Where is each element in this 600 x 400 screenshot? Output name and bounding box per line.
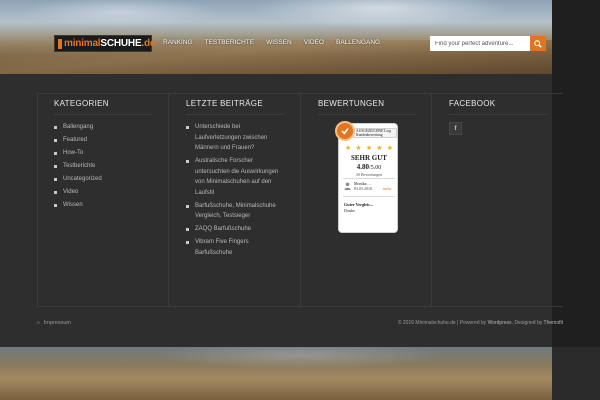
rating-count: 30 Bewertungen	[355, 172, 383, 177]
ratings-widget-column: BEWERTUNGEN	[318, 99, 416, 122]
facebook-button[interactable]: f	[449, 122, 462, 135]
star-icon: ★	[376, 145, 383, 152]
review-more-link[interactable]: mehr	[383, 186, 391, 191]
category-item[interactable]: Ballengang	[54, 122, 152, 133]
bullet-icon	[54, 165, 57, 168]
search-button[interactable]	[530, 36, 546, 51]
divider	[318, 114, 416, 115]
facebook-icon: f	[454, 125, 457, 132]
search-icon	[534, 39, 542, 48]
bullet-icon	[186, 160, 189, 163]
post-link[interactable]: ZAQQ Barfußschuhe	[186, 224, 287, 235]
checkmark-icon	[341, 128, 349, 135]
column-divider	[431, 93, 432, 307]
hero-image-bottom	[0, 347, 552, 400]
rating-verdict: SEHR GUT	[351, 154, 387, 162]
bullet-icon	[54, 178, 57, 181]
bullet-icon	[186, 228, 189, 231]
facebook-title: FACEBOOK	[449, 99, 496, 108]
footer-links: » Impressum	[37, 320, 71, 326]
post-link[interactable]: Vibram Five Fingers Barfußschuhe	[186, 237, 287, 258]
wordpress-link[interactable]: Wordpress	[488, 320, 512, 326]
divider	[449, 114, 547, 115]
nav-item-video[interactable]: VIDEO	[304, 39, 324, 46]
review-text: Danke	[344, 208, 355, 213]
review-date: 03.03.2016	[354, 186, 372, 191]
category-item[interactable]: Video	[54, 187, 152, 198]
seal-header: AUSGEZEICHNET.org Kundenbewertung	[353, 128, 397, 138]
recent-posts-widget: LETZTE BEITRÄGE Unterschiede bei Laufver…	[186, 99, 287, 261]
categories-widget: KATEGORIEN Ballengang Featured How-To Te…	[54, 99, 152, 213]
site-logo[interactable]: minimalSCHUHE.de	[54, 35, 156, 52]
category-item[interactable]: Testberichte	[54, 161, 152, 172]
nav-item-testberichte[interactable]: TESTBERICHTE	[205, 39, 254, 46]
bullet-icon	[54, 191, 57, 194]
bullet-icon	[186, 126, 189, 129]
page-edge-strip	[552, 347, 600, 400]
divider	[186, 114, 284, 115]
bullet-icon	[54, 204, 57, 207]
logo-part-tld: .de	[141, 38, 156, 49]
logo-part-minimal: minimal	[64, 38, 101, 49]
bullet-icon	[54, 126, 57, 129]
category-item[interactable]: Uncategorized	[54, 174, 152, 185]
copyright-text: © 2016 Minimalschuhe.de | Powered by Wor…	[397, 320, 563, 326]
logo-mark-icon	[58, 38, 62, 49]
bullet-icon	[186, 204, 189, 208]
bullet-icon	[54, 139, 57, 142]
column-divider	[300, 93, 301, 307]
rating-seal[interactable]: AUSGEZEICHNET.org Kundenbewertung ★ ★ ★ …	[335, 121, 398, 233]
search-input[interactable]	[430, 36, 530, 51]
ratings-title: BEWERTUNGEN	[318, 99, 385, 108]
nav-item-ballengang[interactable]: BALLENGANG	[336, 39, 380, 46]
impressum-link[interactable]: Impressum	[44, 320, 71, 326]
star-icon: ★	[355, 145, 362, 152]
bullet-icon	[54, 152, 57, 155]
divider	[343, 196, 395, 197]
category-item[interactable]: Wissen	[54, 200, 152, 211]
star-rating: ★ ★ ★ ★ ★	[345, 145, 393, 152]
bullet-icon: »	[37, 320, 40, 326]
column-divider	[168, 93, 169, 307]
search-bar	[430, 36, 546, 51]
star-icon: ★	[365, 145, 373, 152]
facebook-widget: FACEBOOK f	[449, 99, 547, 135]
recent-posts-title: LETZTE BEITRÄGE	[186, 99, 263, 108]
logo-part-schuhe: SCHUHE	[100, 38, 142, 49]
reviewer-avatar-icon	[344, 182, 351, 190]
rating-score: 4.80/5.00	[356, 163, 382, 171]
award-badge-icon	[335, 121, 355, 141]
main-nav: RANKING TESTBERICHTE WISSEN VIDEO BALLEN…	[163, 39, 380, 46]
star-icon: ★	[386, 145, 393, 152]
categories-list: Ballengang Featured How-To Testberichte …	[54, 122, 152, 211]
review-title: Guter Vergleic...	[344, 202, 374, 207]
nav-item-ranking[interactable]: RANKING	[163, 39, 193, 46]
bullet-icon	[186, 241, 189, 244]
star-icon: ★	[345, 145, 352, 152]
divider	[343, 178, 395, 179]
category-item[interactable]: Featured	[54, 135, 152, 146]
category-item[interactable]: How-To	[54, 148, 152, 159]
divider	[54, 114, 152, 115]
post-link[interactable]: Barfußschuhe, Minimalschuhe Vergleich, T…	[186, 201, 287, 222]
themofit-link[interactable]: Themofit	[544, 320, 563, 326]
seal-subtitle: Kundenbewertung	[356, 132, 383, 137]
nav-item-wissen[interactable]: WISSEN	[266, 39, 292, 46]
recent-posts-list: Unterschiede bei Laufverletzungen zwisch…	[186, 122, 287, 258]
post-link[interactable]: Australische Forscher untersuchten die A…	[186, 156, 287, 198]
categories-title: KATEGORIEN	[54, 99, 109, 108]
post-link[interactable]: Unterschiede bei Laufverletzungen zwisch…	[186, 122, 287, 154]
